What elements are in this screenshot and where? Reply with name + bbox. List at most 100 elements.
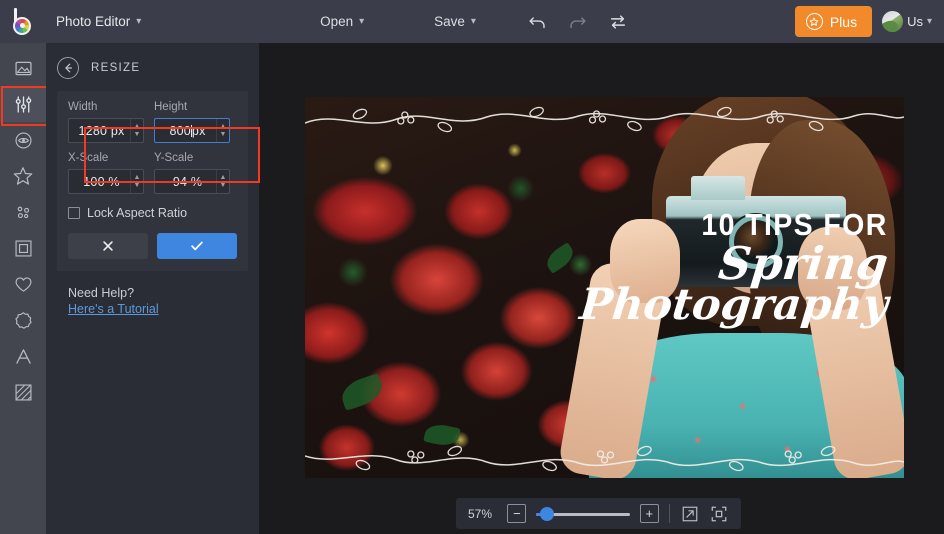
fit-to-screen-icon xyxy=(711,506,727,521)
chevron-down-icon: ▾ xyxy=(359,15,365,27)
back-arrow-circle-icon[interactable] xyxy=(57,57,79,79)
swap-compare-icon xyxy=(610,14,625,29)
overlay-text: 10 TIPS FOR Spring Photography xyxy=(578,209,891,330)
yscale-input[interactable]: 94 % xyxy=(155,175,216,189)
canvas-stage[interactable]: 10 TIPS FOR Spring Photography xyxy=(259,43,944,534)
top-bar: Photo Editor ▾ Open ▾ Save ▾ Plus Us ▾ xyxy=(0,0,944,43)
star-circle-icon xyxy=(805,13,823,30)
undo-button[interactable] xyxy=(518,0,558,43)
open-label: Open xyxy=(320,14,354,29)
tutorial-link[interactable]: Here's a Tutorial xyxy=(68,302,248,316)
app-title-menu[interactable]: Photo Editor ▾ xyxy=(56,14,141,29)
texture-icon xyxy=(14,383,32,401)
chevron-up-icon[interactable]: ▲ xyxy=(134,123,141,130)
photo-editor-app: Photo Editor ▾ Open ▾ Save ▾ Plus Us ▾ R… xyxy=(0,0,944,534)
page-title: RESIZE xyxy=(91,62,141,74)
chevron-down-icon[interactable]: ▼ xyxy=(134,182,141,189)
sidebar-item-graphics[interactable] xyxy=(0,266,46,302)
height-input[interactable]: 800px xyxy=(155,124,216,138)
dimension-row: Width 1280 px ▲ ▼ Height 800px ▲ ▼ xyxy=(68,101,237,143)
frame-icon xyxy=(14,239,32,257)
checkmark-icon xyxy=(191,241,203,251)
height-label: Height xyxy=(154,101,188,113)
width-input[interactable]: 1280 px xyxy=(69,124,130,138)
zoom-out-button[interactable]: − xyxy=(507,504,527,523)
xscale-spinner[interactable]: ▲ ▼ xyxy=(130,170,143,193)
xscale-input[interactable]: 100 % xyxy=(69,175,130,189)
width-stepper[interactable]: 1280 px ▲ ▼ xyxy=(68,118,144,143)
fit-to-screen-button[interactable] xyxy=(709,504,729,524)
yscale-spinner[interactable]: ▲ ▼ xyxy=(216,170,229,193)
sidebar-item-effects[interactable] xyxy=(0,158,46,194)
height-stepper[interactable]: 800px ▲ ▼ xyxy=(154,118,230,143)
app-title-label: Photo Editor xyxy=(56,14,131,29)
chevron-down-icon[interactable]: ▼ xyxy=(220,131,227,138)
chevron-down-icon[interactable]: ▼ xyxy=(134,131,141,138)
close-x-icon xyxy=(103,241,113,251)
sidebar-item-edit[interactable] xyxy=(0,86,49,126)
text-a-icon xyxy=(15,348,31,364)
open-menu-button[interactable]: Open ▾ xyxy=(306,14,378,29)
yscale-field-group: Y-Scale 94 % ▲ ▼ xyxy=(154,152,230,194)
slider-thumb[interactable] xyxy=(539,506,554,521)
resize-fields-card: Width 1280 px ▲ ▼ Height 800px ▲ ▼ X-Sca… xyxy=(57,91,248,271)
sidebar-item-textures[interactable] xyxy=(0,374,46,410)
zoom-level-label: 57% xyxy=(468,506,493,521)
xscale-label: X-Scale xyxy=(68,152,109,164)
user-name-label: Us xyxy=(907,14,923,29)
chevron-up-icon[interactable]: ▲ xyxy=(134,174,141,181)
xscale-stepper[interactable]: 100 % ▲ ▼ xyxy=(68,169,144,194)
compare-button[interactable] xyxy=(598,0,638,43)
chevron-down-icon[interactable]: ▼ xyxy=(220,182,227,189)
height-value: 800 xyxy=(169,123,191,138)
chevron-down-icon: ▾ xyxy=(926,15,932,27)
sidebar-item-text[interactable] xyxy=(0,338,46,374)
redo-button[interactable] xyxy=(558,0,598,43)
help-title: Need Help? xyxy=(68,286,135,300)
width-spinner[interactable]: ▲ ▼ xyxy=(130,119,143,142)
cancel-button[interactable] xyxy=(68,233,148,259)
sidebar-item-touch-up[interactable] xyxy=(0,122,46,158)
chevron-down-icon: ▾ xyxy=(136,15,142,27)
zoom-slider[interactable] xyxy=(536,506,630,521)
eye-icon xyxy=(14,131,32,149)
image-canvas[interactable]: 10 TIPS FOR Spring Photography xyxy=(305,97,904,478)
expand-arrow-icon xyxy=(682,506,697,521)
width-field-group: Width 1280 px ▲ ▼ xyxy=(68,101,144,143)
checkbox-box-icon[interactable] xyxy=(68,207,80,219)
chevron-up-icon[interactable]: ▲ xyxy=(220,123,227,130)
sidebar-item-overlays[interactable] xyxy=(0,302,46,338)
panel-body: Width 1280 px ▲ ▼ Height 800px ▲ ▼ X-Sca… xyxy=(46,79,259,316)
app-logo[interactable] xyxy=(0,0,46,43)
height-field-group: Height 800px ▲ ▼ xyxy=(154,101,230,143)
resize-panel: RESIZE Width 1280 px ▲ ▼ Height 800px ▲ … xyxy=(46,43,260,534)
height-suffix: px xyxy=(191,123,206,138)
sidebar-item-frames[interactable] xyxy=(0,230,46,266)
save-menu-button[interactable]: Save ▾ xyxy=(420,14,490,29)
help-section: Need Help? Here's a Tutorial xyxy=(57,271,248,316)
floral-doodle-top xyxy=(305,106,904,133)
zoom-in-button[interactable]: + xyxy=(639,504,659,523)
sidebar-item-photo[interactable] xyxy=(0,50,46,86)
tool-rail xyxy=(0,43,49,534)
plus-label: Plus xyxy=(829,13,858,30)
user-menu[interactable]: Us ▾ xyxy=(882,11,936,32)
height-spinner[interactable]: ▲ ▼ xyxy=(216,119,229,142)
expand-button[interactable] xyxy=(680,504,700,524)
lock-aspect-ratio-checkbox[interactable]: Lock Aspect Ratio xyxy=(68,206,237,220)
save-label: Save xyxy=(434,14,465,29)
yscale-stepper[interactable]: 94 % ▲ ▼ xyxy=(154,169,230,194)
action-buttons xyxy=(68,233,237,259)
befunky-color-wheel-logo-icon xyxy=(10,7,36,36)
scale-row: X-Scale 100 % ▲ ▼ Y-Scale 94 % ▲ ▼ xyxy=(68,152,237,194)
sidebar-item-artsy[interactable] xyxy=(0,194,46,230)
width-label: Width xyxy=(68,101,98,113)
panel-header: RESIZE xyxy=(46,43,259,79)
particles-icon xyxy=(17,206,29,218)
yscale-label: Y-Scale xyxy=(154,152,194,164)
chevron-up-icon[interactable]: ▲ xyxy=(220,174,227,181)
xscale-field-group: X-Scale 100 % ▲ ▼ xyxy=(68,152,144,194)
apply-button[interactable] xyxy=(157,233,237,259)
plus-upgrade-button[interactable]: Plus xyxy=(794,6,873,37)
redo-arrow-icon xyxy=(570,17,586,29)
